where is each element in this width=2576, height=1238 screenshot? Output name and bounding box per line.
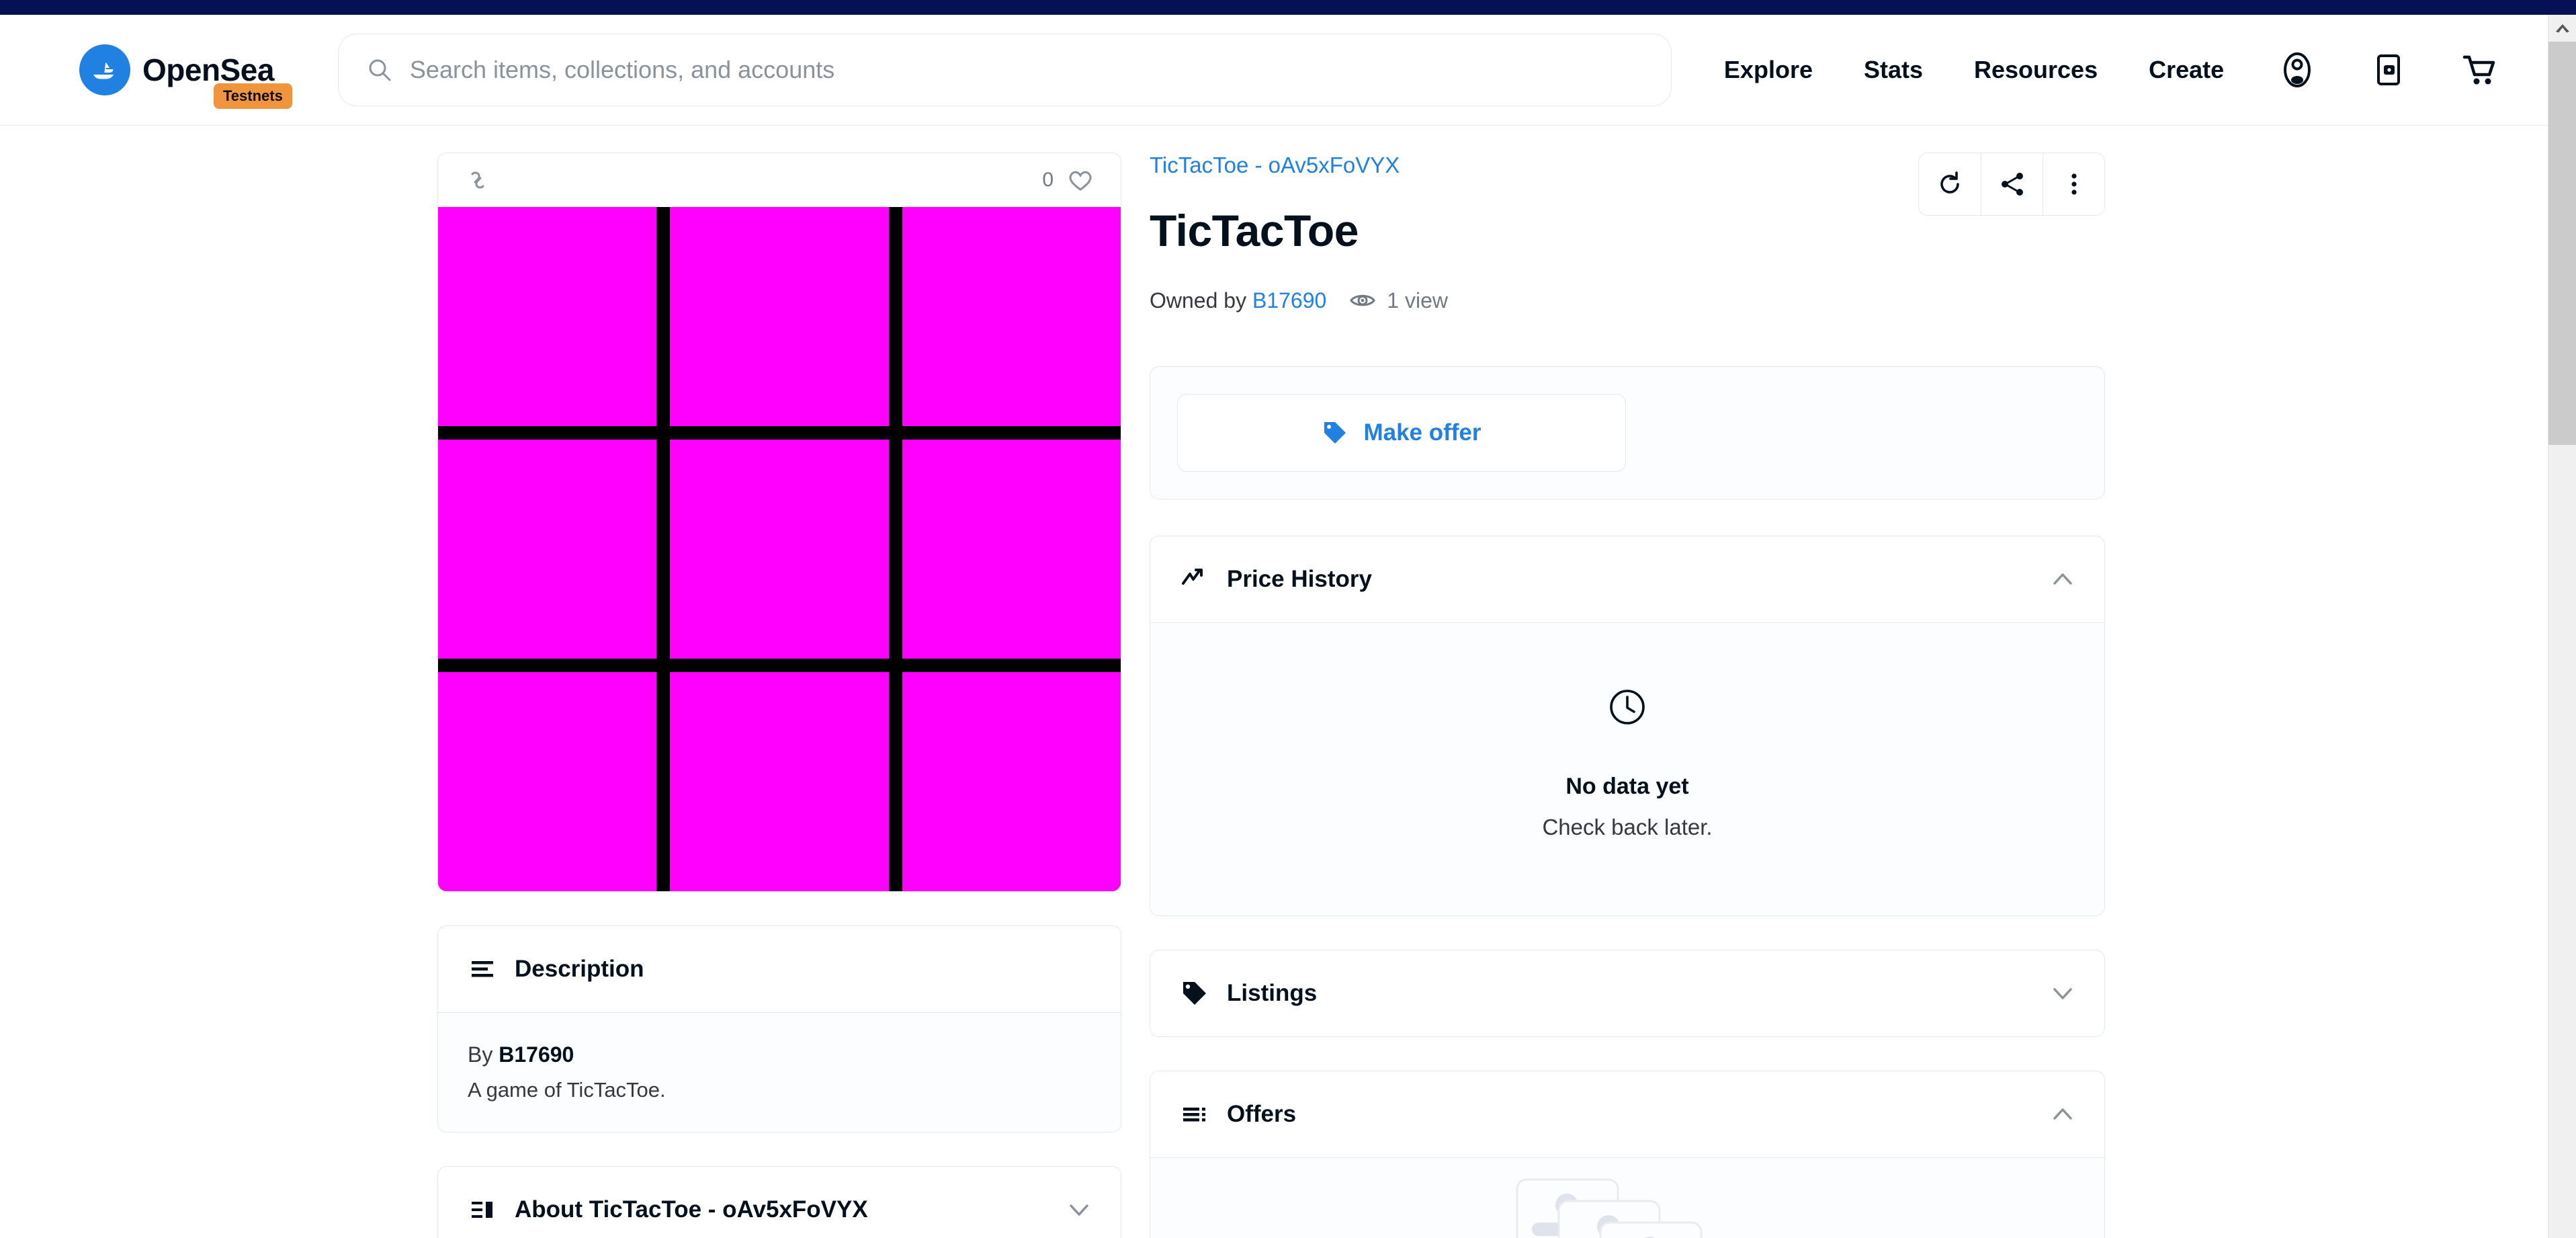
chevron-up-icon[interactable] — [2051, 567, 2075, 591]
description-title: Description — [515, 956, 644, 982]
opensea-logo[interactable]: OpenSea Testnets — [79, 44, 292, 109]
owner-link[interactable]: B17690 — [1252, 288, 1326, 313]
listings-title: Listings — [1227, 980, 1318, 1006]
opensea-wordmark: OpenSea — [142, 52, 274, 87]
trending-line-icon — [1180, 565, 1209, 594]
favorite-group[interactable]: 0 — [1042, 165, 1095, 195]
board-cell — [902, 207, 1121, 426]
page-title: TicTacToe — [1150, 206, 1359, 255]
asset-title-row: TicTacToe - oAv5xFoVYX TicTacToe Owned b… — [1150, 153, 2105, 314]
testnets-badge: Testnets — [214, 83, 292, 109]
favorite-count: 0 — [1042, 169, 1054, 191]
search-input[interactable] — [409, 56, 1643, 84]
views-group: 1 view — [1349, 287, 1448, 314]
description-panel-header[interactable]: Description — [438, 926, 1121, 1012]
nav-link-create[interactable]: Create — [2149, 56, 2224, 84]
browser-top-bar — [0, 0, 2576, 15]
about-panel: About TicTacToe - oAv5xFoVYX — [437, 1166, 1121, 1238]
refresh-metadata-button[interactable] — [1919, 153, 1981, 215]
tictactoe-board — [438, 207, 1121, 891]
listings-header[interactable]: Listings — [1150, 950, 2104, 1036]
views-count: 1 view — [1387, 288, 1448, 313]
board-cell — [438, 440, 657, 659]
opensea-boat-icon — [79, 44, 130, 95]
board-cell — [670, 672, 889, 891]
site-header: OpenSea Testnets Explore Stats Resources… — [0, 15, 2548, 126]
description-lines-icon — [468, 954, 497, 984]
collection-link[interactable]: TicTacToe - oAv5xFoVYX — [1150, 153, 1400, 178]
description-by-name[interactable]: B17690 — [499, 1042, 574, 1067]
board-cell — [902, 440, 1121, 659]
asset-image[interactable] — [438, 207, 1121, 891]
about-collection-icon — [468, 1195, 497, 1225]
make-offer-button[interactable]: Make offer — [1177, 394, 1626, 472]
tag-icon — [1180, 979, 1209, 1008]
offers-header[interactable]: Offers — [1150, 1071, 2104, 1157]
board-cell — [438, 672, 657, 891]
listings-panel: Listings — [1150, 950, 2105, 1037]
chevron-down-icon[interactable] — [2051, 981, 2075, 1005]
about-title: About TicTacToe - oAv5xFoVYX — [515, 1196, 868, 1223]
vertical-scrollbar[interactable] — [2548, 15, 2576, 1238]
scroll-up-arrow-icon[interactable] — [2548, 15, 2576, 42]
description-text: A game of TicTacToe. — [468, 1078, 666, 1102]
chevron-up-icon[interactable] — [2051, 1102, 2075, 1126]
price-history-title: Price History — [1227, 566, 1372, 592]
offers-title: Offers — [1227, 1101, 1297, 1127]
description-author: By B17690 — [468, 1042, 1091, 1067]
price-history-empty-title: No data yet — [1565, 774, 1689, 799]
board-cell — [670, 440, 889, 659]
asset-heading-block: TicTacToe - oAv5xFoVYX TicTacToe Owned b… — [1150, 153, 1448, 314]
about-panel-header[interactable]: About TicTacToe - oAv5xFoVYX — [438, 1167, 1121, 1238]
scrollbar-thumb[interactable] — [2548, 42, 2576, 445]
price-history-empty-sub: Check back later. — [1542, 815, 1713, 839]
clock-icon — [1608, 688, 1647, 727]
wallet-icon[interactable] — [2369, 50, 2408, 89]
tag-icon — [1322, 419, 1348, 446]
primary-navigation: Explore Stats Resources Create — [1724, 56, 2224, 84]
board-cell — [902, 672, 1121, 891]
description-by-label: By — [468, 1042, 493, 1067]
make-offer-label: Make offer — [1363, 419, 1482, 446]
make-offer-panel: Make offer — [1150, 366, 2105, 499]
left-column: 0 Description By B17690 A game of TicTac… — [437, 153, 1121, 1238]
owner-text: Owned by B17690 — [1150, 288, 1326, 313]
offers-empty-state — [1150, 1157, 2104, 1238]
price-history-panel: Price History No data yet Check back lat… — [1150, 536, 2105, 916]
board-cell — [670, 207, 889, 426]
chain-link-icon — [464, 166, 492, 194]
chevron-down-icon[interactable] — [1067, 1198, 1091, 1222]
nav-link-resources[interactable]: Resources — [1974, 56, 2098, 84]
more-options-button[interactable] — [2043, 153, 2104, 215]
offers-panel: Offers — [1150, 1071, 2105, 1238]
description-body: By B17690 A game of TicTacToe. — [438, 1012, 1121, 1132]
share-button[interactable] — [1981, 153, 2043, 215]
list-icon — [1180, 1100, 1209, 1129]
search-icon — [367, 57, 392, 83]
empty-cards-illustration — [1513, 1175, 1742, 1238]
search-bar[interactable] — [337, 34, 1672, 106]
eye-icon — [1349, 287, 1376, 314]
description-panel: Description By B17690 A game of TicTacTo… — [437, 925, 1121, 1132]
price-history-header[interactable]: Price History — [1150, 536, 2104, 622]
owner-row: Owned by B17690 1 view — [1150, 287, 1448, 314]
price-history-empty-state: No data yet Check back later. — [1150, 622, 2104, 915]
asset-action-group — [1918, 153, 2105, 216]
asset-media-card: 0 — [437, 153, 1121, 892]
nav-link-stats[interactable]: Stats — [1864, 56, 1923, 84]
page-root: OpenSea Testnets Explore Stats Resources… — [0, 0, 2576, 1238]
account-icon[interactable] — [2278, 50, 2317, 89]
asset-card-header: 0 — [438, 153, 1121, 207]
heart-icon[interactable] — [1066, 165, 1095, 195]
header-icon-group — [2278, 50, 2499, 89]
owned-by-label: Owned by — [1150, 288, 1247, 313]
nav-link-explore[interactable]: Explore — [1724, 56, 1813, 84]
board-cell — [438, 207, 657, 426]
cart-icon[interactable] — [2460, 50, 2499, 89]
main-content: 0 Description By B17690 A game of TicTac… — [0, 126, 2548, 1238]
right-column: TicTacToe - oAv5xFoVYX TicTacToe Owned b… — [1150, 153, 2105, 1238]
